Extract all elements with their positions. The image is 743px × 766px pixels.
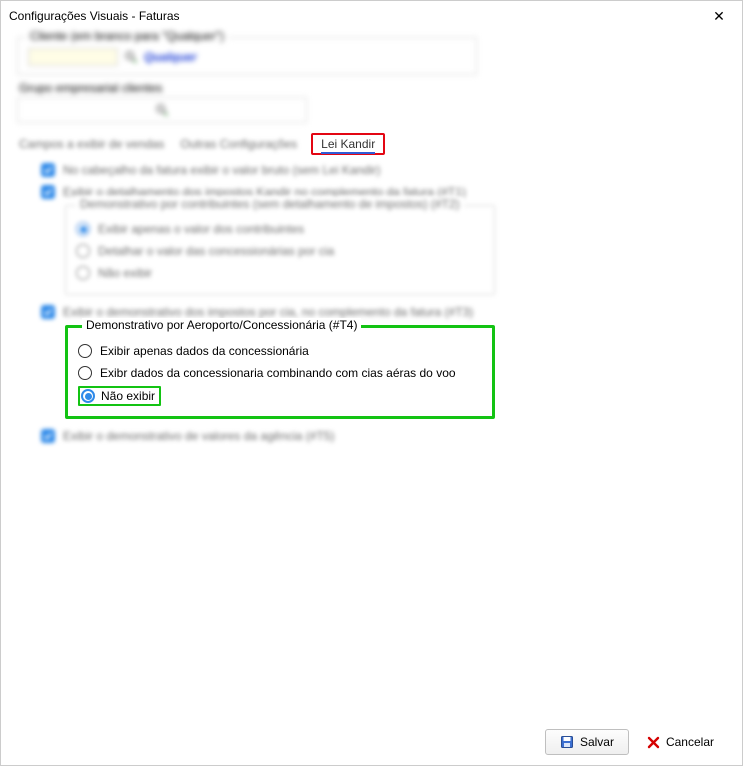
options-block: No cabeçalho da fatura exibir o valor br…: [17, 161, 726, 445]
tab-lei-kandir-highlight: Lei Kandir: [311, 133, 385, 155]
client-row: Qualquer: [28, 46, 466, 68]
radio-aero-3-wrap: Não exibir: [78, 386, 482, 406]
tab-lei-kandir[interactable]: Lei Kandir: [321, 137, 375, 154]
client-fieldset: Cliente (em branco para "Qualquer") Qual…: [17, 37, 477, 75]
cancel-button-label: Cancelar: [666, 735, 714, 749]
radio-icon: [78, 344, 92, 358]
search-icon[interactable]: [155, 103, 169, 117]
radio-icon: [76, 222, 90, 236]
radio-aero-1-label: Exibir apenas dados da concessionária: [100, 344, 309, 358]
radio-aero-3[interactable]: Não exibir: [78, 386, 161, 406]
grupo-label: Grupo empresarial clientes: [19, 81, 726, 95]
checkbox-icon: [41, 185, 55, 199]
tabs: Campos a exibir de vendas Outras Configu…: [17, 133, 726, 155]
radio-aero-3-label: Não exibir: [101, 389, 155, 403]
cancel-icon: [647, 736, 660, 749]
tab-outras[interactable]: Outras Configurações: [178, 135, 299, 153]
group-aeroporto: Demonstrativo por Aeroporto/Concessionár…: [65, 325, 495, 419]
radio-contrib-1[interactable]: Exibir apenas o valor dos contribuintes: [76, 220, 484, 238]
radio-aero-1[interactable]: Exibir apenas dados da concessionária: [78, 342, 482, 360]
radio-aero-2[interactable]: Exibr dados da concessionaria combinando…: [78, 364, 482, 382]
titlebar: Configurações Visuais - Faturas ✕: [1, 1, 742, 31]
save-icon: [560, 735, 574, 749]
check-demonstrativo-cia-label: Exibir o demonstrativo dos impostos por …: [63, 305, 473, 319]
grupo-box[interactable]: [17, 97, 307, 123]
check-agencia[interactable]: Exibir o demonstrativo de valores da agê…: [41, 427, 726, 445]
checkbox-icon: [41, 305, 55, 319]
group-contribuintes: Demonstrativo por contribuintes (sem det…: [65, 205, 495, 295]
save-button[interactable]: Salvar: [545, 729, 629, 755]
client-input[interactable]: [28, 48, 118, 66]
client-legend: Cliente (em branco para "Qualquer"): [26, 29, 228, 43]
radio-icon: [81, 389, 95, 403]
radio-aero-2-label: Exibr dados da concessionaria combinando…: [100, 366, 456, 380]
radio-icon: [76, 244, 90, 258]
close-button[interactable]: ✕: [704, 8, 734, 25]
search-icon[interactable]: [124, 50, 138, 64]
save-button-label: Salvar: [580, 735, 614, 749]
checkbox-icon: [41, 163, 55, 177]
radio-icon: [76, 266, 90, 280]
content-area: Cliente (em branco para "Qualquer") Qual…: [1, 31, 742, 719]
tab-campos[interactable]: Campos a exibir de vendas: [17, 135, 166, 153]
radio-contrib-1-label: Exibir apenas o valor dos contribuintes: [98, 222, 304, 236]
radio-contrib-3[interactable]: Não exibir: [76, 264, 484, 282]
radio-icon: [78, 366, 92, 380]
checkbox-icon: [41, 429, 55, 443]
client-qualquer: Qualquer: [144, 50, 197, 64]
group-aeroporto-legend: Demonstrativo por Aeroporto/Concessionár…: [82, 318, 361, 332]
radio-contrib-3-label: Não exibir: [98, 266, 152, 280]
check-cabecalho[interactable]: No cabeçalho da fatura exibir o valor br…: [41, 161, 726, 179]
group-contribuintes-legend: Demonstrativo por contribuintes (sem det…: [76, 197, 464, 211]
check-agencia-label: Exibir o demonstrativo de valores da agê…: [63, 429, 334, 443]
dialog-window: Configurações Visuais - Faturas ✕ Client…: [0, 0, 743, 766]
window-title: Configurações Visuais - Faturas: [9, 9, 704, 23]
check-cabecalho-label: No cabeçalho da fatura exibir o valor br…: [63, 163, 381, 177]
footer: Salvar Cancelar: [1, 719, 742, 765]
cancel-button[interactable]: Cancelar: [647, 735, 714, 749]
radio-contrib-2[interactable]: Detalhar o valor das concessionárias por…: [76, 242, 484, 260]
radio-contrib-2-label: Detalhar o valor das concessionárias por…: [98, 244, 334, 258]
